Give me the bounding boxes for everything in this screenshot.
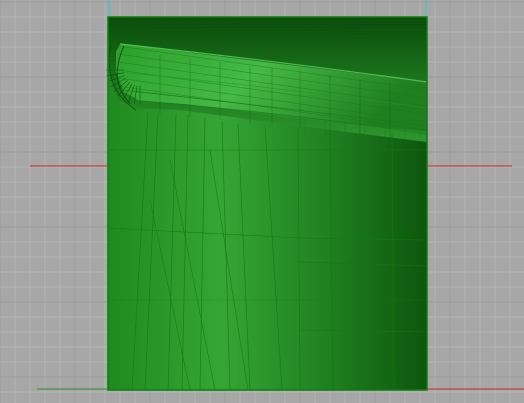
cad-viewport[interactable] bbox=[0, 0, 524, 403]
viewport-canvas[interactable] bbox=[0, 0, 524, 403]
shaded-hull-surface[interactable] bbox=[106, 16, 428, 391]
